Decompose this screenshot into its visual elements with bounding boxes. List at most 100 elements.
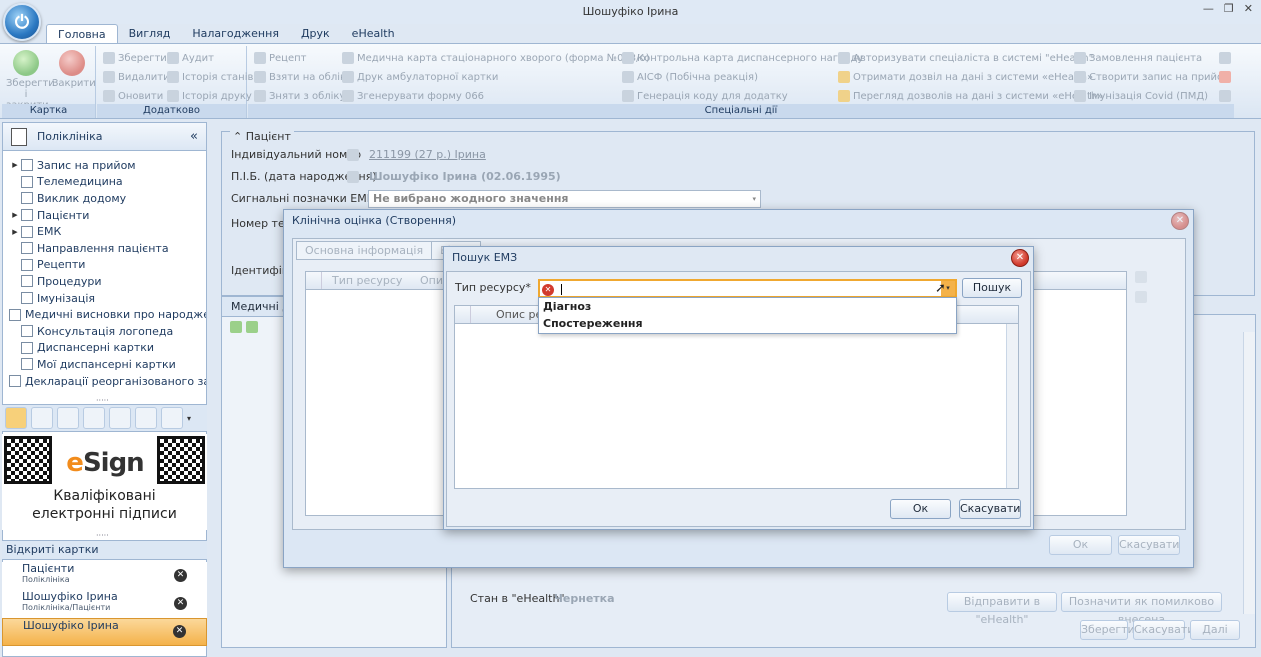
home-module-icon[interactable] [135, 407, 157, 429]
covid-immunization-button[interactable]: Імунізація Covid (ПМД) [1074, 90, 1208, 102]
option-observation[interactable]: Спостереження [539, 315, 956, 332]
sidebar-item[interactable]: Декларації реорганізованого закл [9, 373, 206, 390]
sidebar-item[interactable]: Консультація логопеда [9, 323, 206, 340]
close-window-icon[interactable]: ✕ [1244, 2, 1253, 15]
medical-module-icon[interactable] [161, 407, 183, 429]
tab-ehealth[interactable]: eHealth [341, 24, 406, 44]
expand-arrow-icon[interactable]: ▶ [9, 211, 21, 219]
sidebar-item[interactable]: Виклик додому [9, 190, 206, 207]
globe-module-icon[interactable] [31, 407, 53, 429]
inpatient-card-button[interactable]: Медична карта стаціонарного хворого (фор… [342, 52, 650, 64]
print-outpatient-card-button[interactable]: Друк амбулаторної картки [342, 71, 498, 83]
pie-module-icon[interactable] [109, 407, 131, 429]
qr-code-left [4, 436, 52, 484]
emz-grid-scrollbar[interactable] [1006, 324, 1018, 488]
remove-icon[interactable] [1219, 71, 1231, 83]
get-ehealth-permission-button[interactable]: Отримати дозвіл на дані з системи «eHeal… [838, 71, 1093, 83]
open-card-item[interactable]: Шошуфіко Ірина Поліклініка/Пацієнти ✕ [2, 590, 207, 618]
register-button[interactable]: Взяти на облік [254, 71, 346, 83]
close-card-icon[interactable]: ✕ [174, 597, 187, 610]
add-icon[interactable] [1135, 271, 1147, 283]
emz-cancel-button[interactable]: Скасувати [959, 499, 1021, 519]
clinical-cancel-button[interactable]: Скасувати [1118, 535, 1180, 555]
option-diagnosis[interactable]: Діагноз [539, 298, 956, 315]
sidebar-item[interactable]: Медичні висновки про народженн [9, 306, 206, 323]
search-button[interactable]: Пошук [962, 278, 1022, 298]
prescription-button[interactable]: Рецепт [254, 52, 307, 64]
authorize-ehealth-button[interactable]: Авторизувати спеціаліста в системі "eHea… [838, 52, 1093, 64]
unregister-icon [254, 90, 266, 102]
unregister-button[interactable]: Зняти з обліку [254, 90, 345, 102]
collapse-icon[interactable]: « [190, 129, 198, 144]
blocks-module-icon[interactable] [83, 407, 105, 429]
resource-type-input[interactable]: ✕ ▾ [538, 279, 957, 298]
sidebar-item[interactable]: ▶ ЕМК [9, 223, 206, 240]
save-button[interactable]: Зберегти [1080, 620, 1135, 640]
clinical-ok-button[interactable]: Ок [1049, 535, 1112, 555]
close-button[interactable]: Закрити [52, 50, 96, 89]
sidebar-item[interactable]: Рецепти [9, 257, 206, 274]
delete-ribbon-button[interactable]: Видалити [103, 71, 170, 83]
close-dialog-icon[interactable]: ✕ [1011, 249, 1029, 267]
id-value[interactable]: 211199 (27 р.) Ірина [369, 148, 486, 161]
sidebar-item[interactable]: Процедури [9, 273, 206, 290]
send-ehealth-button[interactable]: Відправити в "eHealth" [947, 592, 1057, 626]
dialog-title: Клінічна оцінка (Створення) [292, 214, 457, 227]
add-child-icon[interactable] [246, 321, 258, 333]
col-resource-type[interactable]: Тип ресурсу [322, 272, 416, 289]
expand-arrow-icon[interactable]: ▶ [9, 161, 21, 169]
settings-icon[interactable] [1219, 52, 1231, 64]
collapse-section-icon[interactable]: ⌃ [233, 130, 242, 143]
more-modules-icon[interactable]: ▾ [187, 414, 191, 423]
save-ribbon-button[interactable]: Зберегти [103, 52, 167, 64]
sidebar-item[interactable]: Мої диспансерні картки [9, 356, 206, 373]
open-card-item-active[interactable]: Шошуфіко Ірина ✕ [2, 618, 207, 646]
create-appointment-button[interactable]: Створити запис на прийом [1074, 71, 1231, 83]
state-history-button[interactable]: Історія станів [167, 71, 253, 83]
generate-form-066-button[interactable]: Згенерувати форму 066 [342, 90, 484, 102]
dispensary-control-card-button[interactable]: Контрольна карта диспансерного нагляду [622, 52, 863, 64]
sidebar-item[interactable]: ▶ Запис на прийом [9, 157, 206, 174]
print-history-button[interactable]: Історія друку [167, 90, 252, 102]
left-panel-title: Поліклініка [37, 130, 103, 143]
open-card-item[interactable]: Пацієнти Поліклініка ✕ [2, 562, 207, 590]
add-icon[interactable] [230, 321, 242, 333]
aisf-button[interactable]: АІСФ (Побічна реакція) [622, 71, 758, 83]
mark-wrong-button[interactable]: Позначити як помилково внесена [1061, 592, 1222, 626]
close-card-icon[interactable]: ✕ [173, 625, 186, 638]
tab-view[interactable]: Вигляд [118, 24, 182, 44]
signals-select[interactable]: Не вибрано жодного значення ▾ [368, 190, 761, 208]
tab-settings[interactable]: Налагодження [181, 24, 290, 44]
edit-icon[interactable] [1135, 291, 1147, 303]
splitter-dots[interactable]: ····· [96, 531, 109, 540]
sidebar-item[interactable]: Телемедицина [9, 174, 206, 191]
tab-home[interactable]: Головна [46, 24, 118, 44]
tab-print[interactable]: Друк [290, 24, 341, 44]
clipboard-module-icon[interactable] [5, 407, 27, 429]
view-ehealth-permissions-button[interactable]: Перегляд дозволів на дані з системи «eHe… [838, 90, 1103, 102]
next-button[interactable]: Далі [1190, 620, 1240, 640]
list-icon[interactable] [1219, 90, 1231, 102]
detail-scrollbar[interactable] [1243, 332, 1255, 614]
app-menu-button[interactable]: ⏻ [3, 3, 41, 41]
save-close-button[interactable]: Зберегти і закрити [6, 50, 55, 111]
restore-icon[interactable]: ❐ [1224, 2, 1234, 15]
emz-ok-button[interactable]: Ок [890, 499, 951, 519]
expand-arrow-icon[interactable]: ▶ [9, 228, 21, 236]
audit-button[interactable]: Аудит [167, 52, 214, 64]
esign-banner[interactable]: eeSignSign Кваліфіковані електронні підп… [2, 434, 207, 530]
close-dialog-icon[interactable]: ✕ [1171, 212, 1189, 230]
document-module-icon[interactable] [57, 407, 79, 429]
tab-main-info[interactable]: Основна інформація [296, 241, 433, 260]
sidebar-item[interactable]: Імунізація [9, 290, 206, 307]
generate-app-code-button[interactable]: Генерація коду для додатку [622, 90, 788, 102]
cancel-button[interactable]: Скасувати [1133, 620, 1194, 640]
sidebar-item[interactable]: ▶ Пацієнти [9, 207, 206, 224]
refresh-ribbon-button[interactable]: Оновити [103, 90, 163, 102]
sidebar-item[interactable]: Направлення пацієнта [9, 240, 206, 257]
minimize-icon[interactable]: — [1203, 2, 1214, 15]
patient-order-button[interactable]: Замовлення пацієнта [1074, 52, 1202, 64]
sidebar-item[interactable]: Диспансерні картки [9, 340, 206, 357]
audit-icon [167, 52, 179, 64]
close-card-icon[interactable]: ✕ [174, 569, 187, 582]
